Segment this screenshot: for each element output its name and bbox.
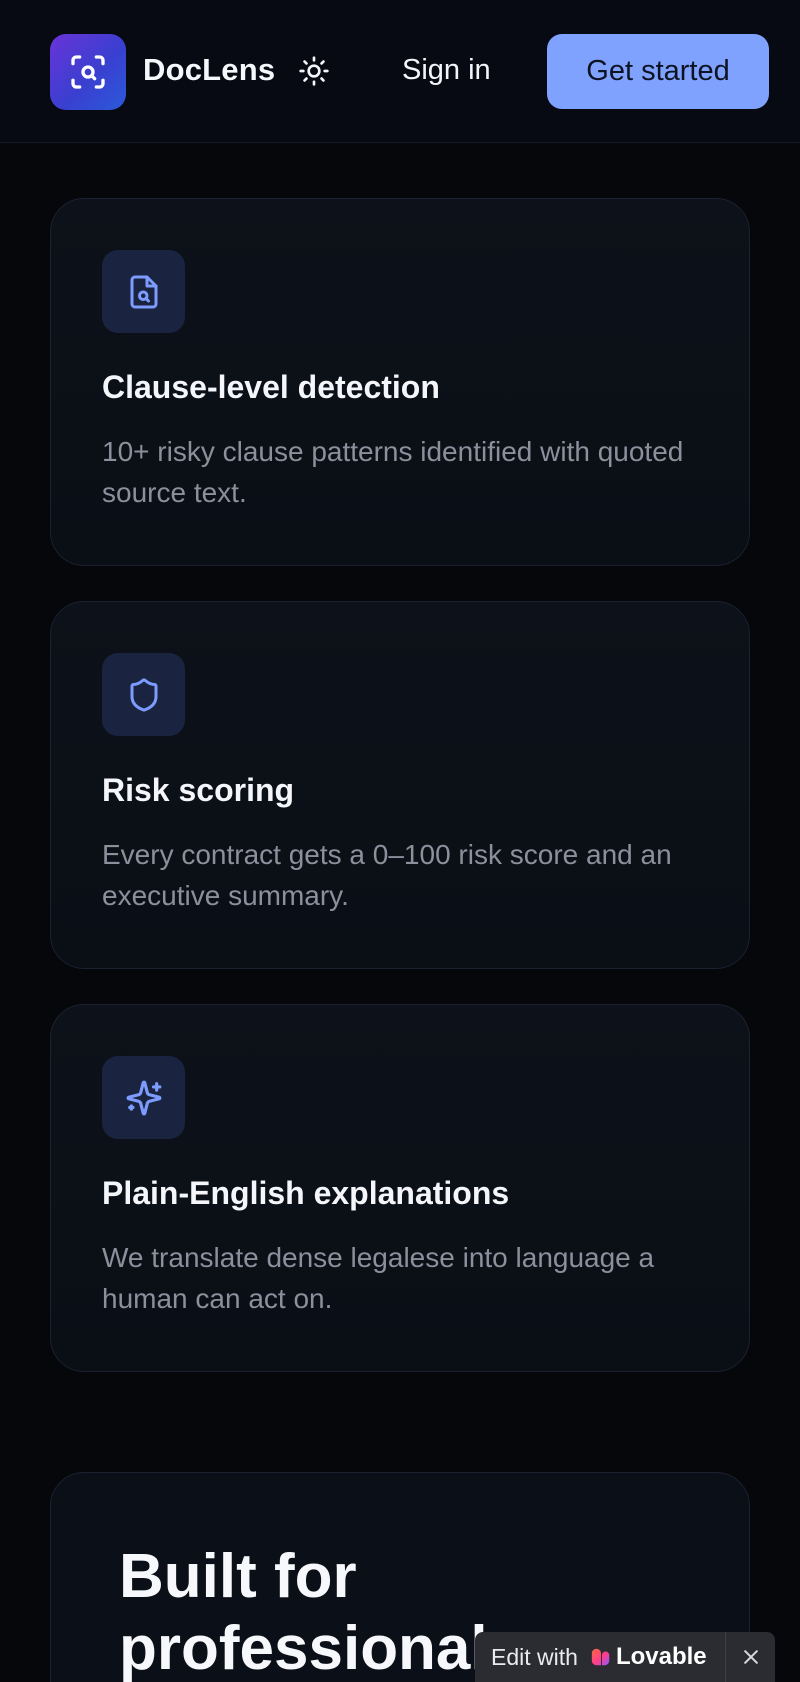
top-nav: DocLens Sign in Get started xyxy=(0,0,800,143)
theme-toggle-button[interactable] xyxy=(296,53,332,89)
close-icon xyxy=(743,1650,758,1664)
feature-description: We translate dense legalese into languag… xyxy=(102,1242,655,1314)
get-started-button[interactable]: Get started xyxy=(547,34,769,109)
badge-close-button[interactable] xyxy=(725,1632,775,1682)
sparkles-icon xyxy=(126,1080,161,1115)
feature-description: 10+ risky clause patterns identified wit… xyxy=(102,436,684,508)
shield-icon xyxy=(130,678,157,712)
feature-title: Clause-level detection xyxy=(102,369,440,405)
feature-description: Every contract gets a 0–100 risk score a… xyxy=(102,839,672,911)
badge-brand: Lovable xyxy=(615,1643,707,1670)
sun-icon xyxy=(299,56,329,86)
page: DocLens Sign in Get started Clause-level… xyxy=(0,0,800,1682)
feature-card-risk-scoring: Risk scoring Every contract gets a 0–100… xyxy=(50,601,750,969)
feature-icon-tile xyxy=(102,653,185,736)
sign-in-link[interactable]: Sign in xyxy=(402,50,491,90)
feature-title: Risk scoring xyxy=(102,772,295,808)
file-search-icon xyxy=(130,275,157,308)
edit-with-lovable-link[interactable]: Edit with Lovable xyxy=(475,1632,725,1682)
logo[interactable] xyxy=(50,34,126,110)
feature-card-clause-detection: Clause-level detection 10+ risky clause … xyxy=(50,198,750,566)
feature-card-plain-english: Plain-English explanations We translate … xyxy=(50,1004,750,1372)
brand-name[interactable]: DocLens xyxy=(143,50,275,90)
lovable-heart-icon xyxy=(591,1648,610,1666)
badge-text: Edit with xyxy=(491,1643,578,1670)
feature-title: Plain-English explanations xyxy=(102,1175,510,1211)
feature-icon-tile xyxy=(102,1056,185,1139)
feature-icon-tile xyxy=(102,250,185,333)
edit-with-lovable-badge: Edit with Lovable xyxy=(475,1632,775,1682)
scan-search-icon xyxy=(71,55,105,89)
